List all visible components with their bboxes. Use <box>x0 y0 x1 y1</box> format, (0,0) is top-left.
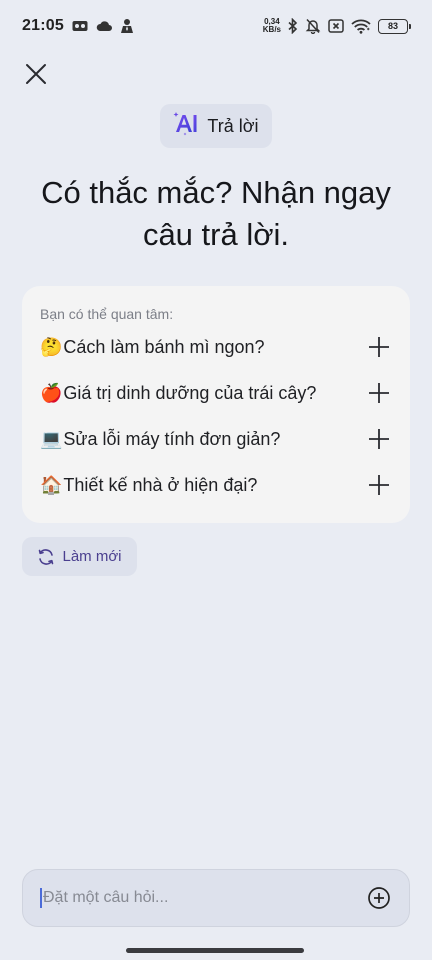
bell-off-icon <box>305 18 321 34</box>
suggestion-label: Giá trị dinh dưỡng của trái cây? <box>63 382 317 403</box>
suggestion-label: Sửa lỗi máy tính đơn giản? <box>63 428 281 449</box>
suggestion-item[interactable]: 🤔 Cách làm bánh mì ngon? <box>40 324 392 370</box>
net-speed-unit: KB/s <box>262 25 281 34</box>
screen-record-icon <box>72 20 88 32</box>
net-speed: 0,34 KB/s <box>263 18 281 34</box>
apple-emoji: 🍎 <box>40 382 63 403</box>
refresh-button[interactable]: Làm mới <box>22 537 137 576</box>
laptop-emoji: 💻 <box>40 428 63 449</box>
ask-bar <box>22 869 410 927</box>
plus-icon[interactable] <box>366 334 392 360</box>
refresh-icon <box>37 548 55 566</box>
status-left: 21:05 <box>22 17 134 35</box>
suggestions-caption: Bạn có thể quan tâm: <box>40 306 174 322</box>
wifi-icon <box>351 19 371 34</box>
suggestions-card: Bạn có thể quan tâm: 🤔 Cách làm bánh mì … <box>22 286 410 523</box>
suggestion-text: 🍎 Giá trị dinh dưỡng của trái cây? <box>40 383 316 404</box>
suggestion-text: 🤔 Cách làm bánh mì ngon? <box>40 337 265 358</box>
ai-logo-icon <box>173 110 201 142</box>
status-time: 21:05 <box>22 17 64 34</box>
cloud-icon <box>96 20 112 32</box>
battery-icon: 83 <box>378 18 411 34</box>
suggestion-label: Thiết kế nhà ở hiện đại? <box>63 474 258 495</box>
suggestion-item[interactable]: 🏠 Thiết kế nhà ở hiện đại? <box>40 462 392 508</box>
close-icon <box>26 64 46 84</box>
page-title: Có thắc mắc? Nhận ngay câu trả lời. <box>0 172 432 256</box>
incognito-icon <box>120 18 134 34</box>
suggestion-item[interactable]: 💻 Sửa lỗi máy tính đơn giản? <box>40 416 392 462</box>
bluetooth-icon <box>288 18 298 34</box>
status-right: 0,34 KB/s 83 <box>263 18 411 34</box>
suggestion-label: Cách làm bánh mì ngon? <box>63 336 265 357</box>
plus-icon[interactable] <box>366 380 392 406</box>
page-title-line-2: câu trả lời. <box>142 217 290 252</box>
plus-icon[interactable] <box>366 472 392 498</box>
status-bar: 21:05 0,34 KB/s 83 <box>0 0 432 52</box>
house-emoji: 🏠 <box>40 474 63 495</box>
sim-x-icon <box>328 19 344 33</box>
suggestion-text: 🏠 Thiết kế nhà ở hiện đại? <box>40 475 257 496</box>
page-title-line-1: Có thắc mắc? Nhận ngay <box>41 175 391 210</box>
add-circle-icon <box>368 887 390 909</box>
ask-question-input[interactable] <box>40 888 365 908</box>
add-attachment-button[interactable] <box>365 884 393 912</box>
ai-badge-label: Trả lời <box>207 115 259 136</box>
plus-icon[interactable] <box>366 426 392 452</box>
suggestion-text: 💻 Sửa lỗi máy tính đơn giản? <box>40 429 280 450</box>
thinking-face-emoji: 🤔 <box>40 336 63 357</box>
home-gesture-bar[interactable] <box>126 948 304 953</box>
ai-answer-badge: Trả lời <box>160 104 272 148</box>
suggestion-item[interactable]: 🍎 Giá trị dinh dưỡng của trái cây? <box>40 370 392 416</box>
close-button[interactable] <box>22 60 50 88</box>
refresh-label: Làm mới <box>62 548 122 565</box>
